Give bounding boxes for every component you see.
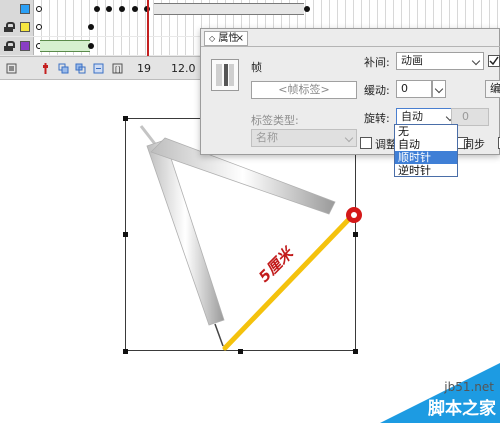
close-icon[interactable]: × [236, 32, 244, 45]
layer-color-swatch[interactable] [20, 41, 30, 51]
label-type-value: 名称 [256, 131, 278, 144]
sync-label: 同步 [463, 138, 485, 151]
rotate-option-auto[interactable]: 自动 [395, 138, 457, 151]
layer-frames[interactable] [34, 0, 500, 18]
lock-icon[interactable] [4, 22, 15, 32]
rotate-value: 自动 [401, 110, 423, 123]
chevron-down-icon [344, 133, 354, 143]
rotate-option-none[interactable]: 无 [395, 125, 457, 138]
compass-hinge-tip [139, 125, 157, 145]
label-type-select: 名称 [251, 129, 357, 147]
rotate-dropdown-list[interactable]: 无 自动 顺时针 逆时针 [394, 124, 458, 177]
center-frame-icon[interactable]: [] [112, 63, 123, 74]
watermark-url: jb51.net [444, 380, 494, 394]
keyframe[interactable] [36, 24, 42, 30]
keyframe[interactable] [119, 6, 125, 12]
onion-skin-outline-icon[interactable] [58, 63, 69, 74]
marker-icon[interactable] [40, 63, 51, 74]
tween-checkbox[interactable] [488, 55, 500, 67]
layer-color-swatch[interactable] [20, 22, 30, 32]
chevron-down-icon [434, 84, 444, 94]
compass-left-tip [214, 323, 224, 347]
keyframe[interactable] [88, 43, 94, 49]
onion-skin-icon[interactable] [6, 63, 17, 74]
measure-line [222, 213, 355, 351]
layer-row-1[interactable] [0, 0, 500, 18]
ease-value: 0 [401, 82, 408, 95]
frame-heading: 帧 [251, 61, 262, 74]
modify-markers-icon[interactable] [93, 63, 104, 74]
rotate-label: 旋转: [364, 112, 390, 125]
frame-label-placeholder: <帧标签> [278, 83, 330, 96]
layer-color-swatch[interactable] [20, 4, 30, 14]
tween-label: 补间: [364, 56, 390, 69]
edit-ease-button[interactable]: 编 [485, 80, 500, 98]
keyframe[interactable] [132, 6, 138, 12]
playhead[interactable] [147, 0, 149, 58]
edit-ease-label: 编 [490, 82, 500, 95]
keyframe[interactable] [304, 6, 310, 12]
watermark-text: 脚本之家 [428, 399, 496, 419]
watermark: jb51.net 脚本之家 [350, 353, 500, 423]
pivot-marker-center [351, 212, 357, 218]
current-frame: 19 [137, 62, 151, 75]
tab-collapse-icon[interactable]: ◇ [209, 34, 215, 43]
ease-label: 缓动: [364, 84, 390, 97]
tab-properties[interactable]: ◇ 属性 × [204, 31, 248, 46]
layer-controls[interactable] [0, 18, 34, 36]
keyframe[interactable] [88, 24, 94, 30]
ease-stepper[interactable] [432, 80, 446, 98]
keyframe[interactable] [106, 6, 112, 12]
keyframe[interactable] [36, 6, 42, 12]
frame-rate: 12.0 [171, 62, 196, 75]
rotate-option-counterclockwise[interactable]: 逆时针 [395, 164, 457, 177]
frame-icon [211, 59, 239, 91]
tween-select[interactable]: 动画 [396, 52, 484, 70]
svg-text:[]: [] [115, 66, 121, 74]
tween-span[interactable] [154, 3, 304, 15]
chevron-down-icon [471, 56, 481, 66]
rotate-option-clockwise[interactable]: 顺时针 [395, 151, 457, 164]
edit-multiple-frames-icon[interactable] [75, 63, 86, 74]
ease-input[interactable]: 0 [396, 80, 432, 98]
adjust-checkbox[interactable] [360, 137, 372, 149]
tween-span[interactable] [40, 40, 90, 52]
tween-value: 动画 [401, 54, 423, 67]
panel-divider [201, 46, 500, 47]
layer-controls[interactable] [0, 0, 34, 18]
label-type-label: 标签类型: [251, 114, 299, 127]
frame-label-input[interactable]: <帧标签> [251, 81, 357, 99]
rotate-count: 0 [462, 110, 469, 123]
lock-icon[interactable] [4, 41, 15, 51]
keyframe[interactable] [94, 6, 100, 12]
layer-controls[interactable] [0, 37, 34, 55]
